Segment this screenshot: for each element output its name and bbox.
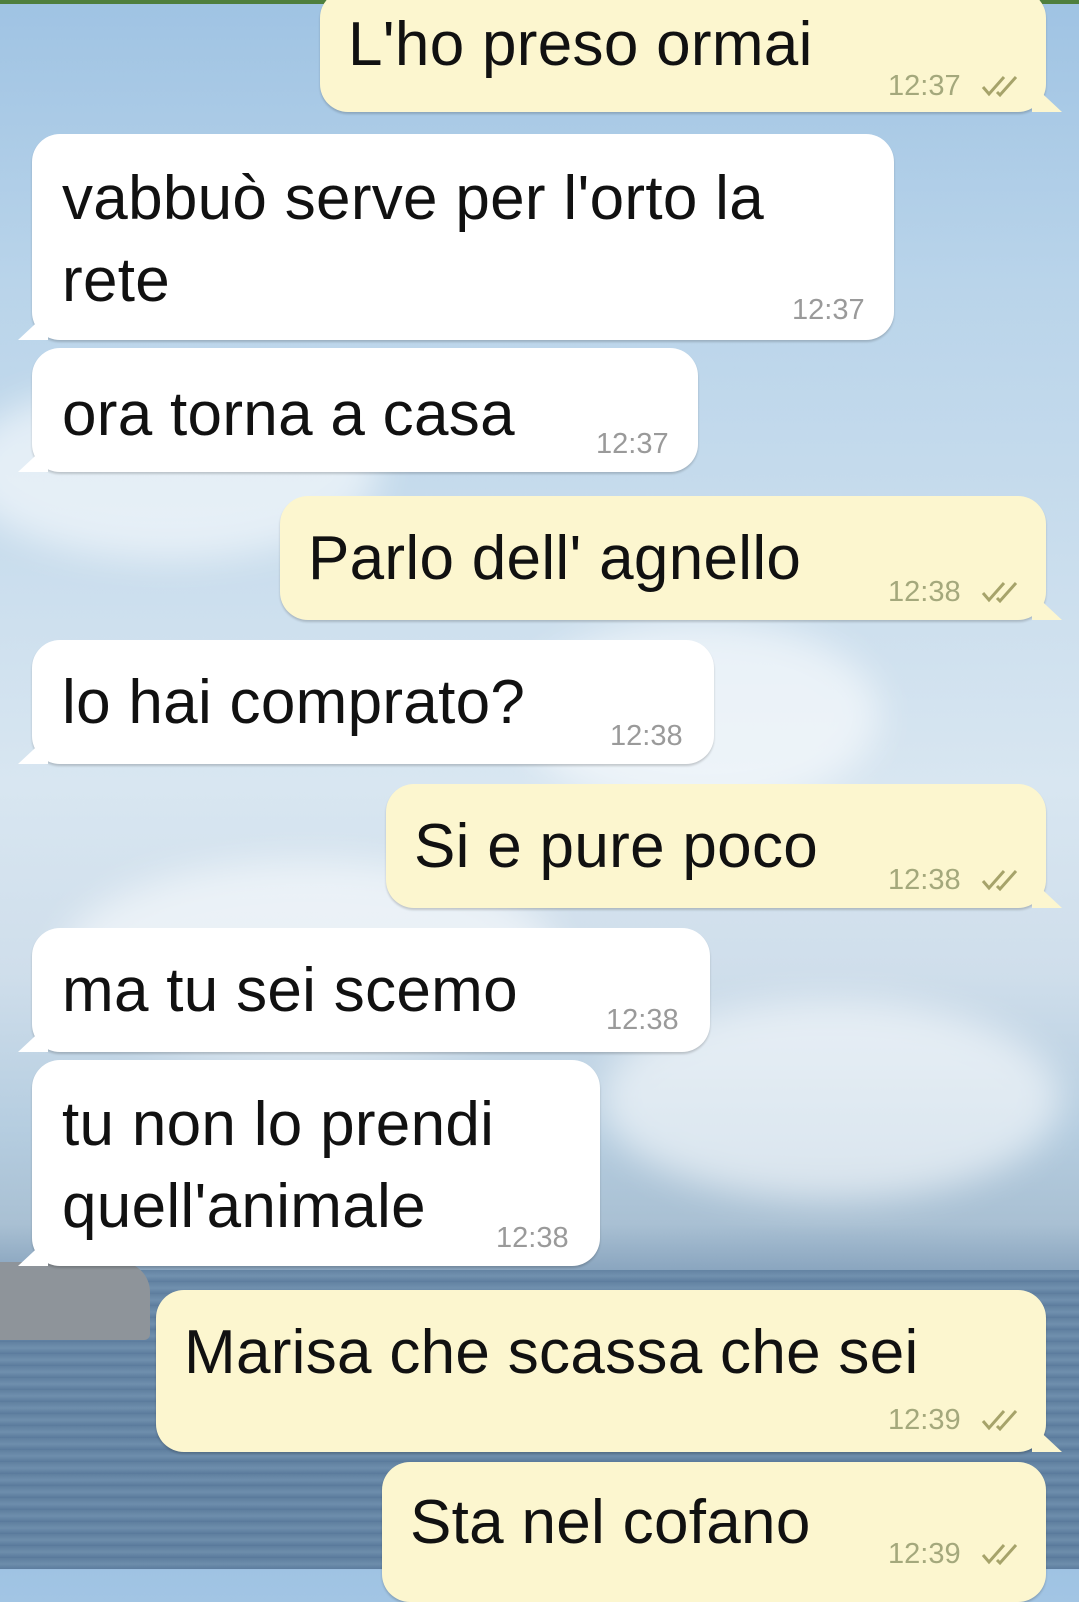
message-time: 12:38 bbox=[496, 1222, 569, 1254]
double-check-icon bbox=[981, 76, 1018, 98]
message-text: Marisa che scassa che sei bbox=[184, 1318, 919, 1387]
message-text: lo hai comprato? bbox=[62, 668, 526, 737]
message-time: 12:39 bbox=[888, 1404, 961, 1436]
double-check-icon bbox=[981, 1410, 1018, 1432]
double-check-icon bbox=[981, 870, 1018, 892]
message-text: ora torna a casa bbox=[62, 380, 515, 449]
message-bubble-outgoing[interactable]: Si e pure poco 12:38 bbox=[386, 784, 1062, 908]
message-bubble-outgoing[interactable]: Marisa che scassa che sei 12:39 bbox=[156, 1290, 1062, 1452]
message-bubble-incoming[interactable]: ora torna a casa 12:37 bbox=[18, 348, 698, 472]
message-text: Parlo dell' agnello bbox=[308, 524, 802, 593]
message-time: 12:38 bbox=[606, 1004, 679, 1036]
message-time: 12:37 bbox=[888, 70, 961, 102]
double-check-icon bbox=[981, 582, 1018, 604]
message-time: 12:37 bbox=[596, 428, 669, 460]
bubble-tail bbox=[18, 1024, 48, 1052]
message-text: ma tu sei scemo bbox=[62, 956, 518, 1025]
bubble-tail bbox=[18, 736, 48, 764]
message-text: L'ho preso ormai bbox=[348, 10, 813, 79]
bubble-tail bbox=[1032, 84, 1062, 112]
message-bubble-incoming[interactable]: vabbuò serve per l'orto la rete 12:37 bbox=[18, 134, 894, 340]
bubble-tail bbox=[1032, 880, 1062, 908]
message-time: 12:37 bbox=[792, 294, 865, 326]
message-time: 12:38 bbox=[610, 720, 683, 752]
message-bubble-outgoing[interactable]: Parlo dell' agnello 12:38 bbox=[280, 496, 1062, 620]
message-text-line: tu non lo prendi bbox=[62, 1090, 495, 1159]
message-text-line: vabbuò serve per l'orto la bbox=[62, 164, 765, 233]
message-text: Sta nel cofano bbox=[410, 1488, 811, 1557]
double-check-icon bbox=[981, 1544, 1018, 1566]
rock-decoration bbox=[0, 1262, 150, 1340]
bubble-tail bbox=[18, 1238, 48, 1266]
message-text-line: quell'animale bbox=[62, 1172, 426, 1241]
message-time: 12:39 bbox=[888, 1538, 961, 1570]
message-bubble-incoming[interactable]: tu non lo prendi quell'animale 12:38 bbox=[18, 1060, 600, 1266]
message-bubble-outgoing[interactable]: L'ho preso ormai 12:37 bbox=[320, 0, 1062, 112]
bubble-tail bbox=[18, 312, 48, 340]
message-bubble-outgoing[interactable]: Sta nel cofano 12:39 bbox=[382, 1462, 1046, 1602]
message-text-line: rete bbox=[62, 246, 171, 315]
message-bubble-incoming[interactable]: ma tu sei scemo 12:38 bbox=[18, 928, 710, 1052]
message-text: Si e pure poco bbox=[414, 812, 819, 881]
message-time: 12:38 bbox=[888, 576, 961, 608]
message-bubble-incoming[interactable]: lo hai comprato? 12:38 bbox=[18, 640, 714, 764]
message-time: 12:38 bbox=[888, 864, 961, 896]
bubble-tail bbox=[1032, 592, 1062, 620]
